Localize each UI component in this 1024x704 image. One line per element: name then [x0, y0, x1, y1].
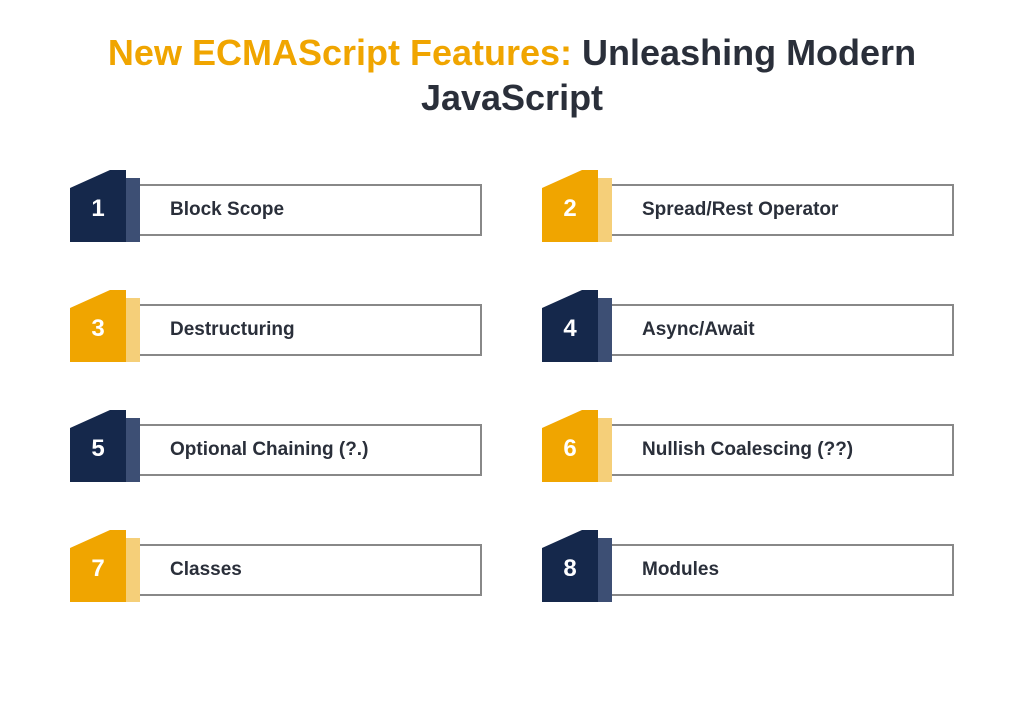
feature-badge: 6 — [542, 410, 632, 490]
feature-number: 7 — [70, 530, 126, 602]
feature-label: Optional Chaining (?.) — [170, 439, 368, 461]
feature-badge: 2 — [542, 170, 632, 250]
feature-label: Classes — [170, 559, 242, 581]
feature-number: 4 — [542, 290, 598, 362]
feature-badge: 1 — [70, 170, 160, 250]
feature-number: 1 — [70, 170, 126, 242]
feature-number: 5 — [70, 410, 126, 482]
feature-number: 2 — [542, 170, 598, 242]
feature-label: Destructuring — [170, 319, 295, 341]
feature-label: Async/Await — [642, 319, 755, 341]
feature-badge: 4 — [542, 290, 632, 370]
feature-item: Nullish Coalescing (??) 6 — [542, 410, 954, 490]
feature-number: 8 — [542, 530, 598, 602]
feature-badge: 3 — [70, 290, 160, 370]
feature-badge: 5 — [70, 410, 160, 490]
feature-item: Modules 8 — [542, 530, 954, 610]
page-title: New ECMAScript Features: Unleashing Mode… — [50, 30, 974, 120]
feature-label: Spread/Rest Operator — [642, 199, 838, 221]
feature-badge: 8 — [542, 530, 632, 610]
feature-number: 3 — [70, 290, 126, 362]
feature-grid: Block Scope 1 Spread/Rest Operator 2 D — [50, 170, 974, 610]
feature-item: Async/Await 4 — [542, 290, 954, 370]
feature-item: Classes 7 — [70, 530, 482, 610]
feature-item: Spread/Rest Operator 2 — [542, 170, 954, 250]
feature-label: Block Scope — [170, 199, 284, 221]
feature-badge: 7 — [70, 530, 160, 610]
title-accent: New ECMAScript Features: — [108, 32, 572, 73]
feature-item: Block Scope 1 — [70, 170, 482, 250]
feature-label: Nullish Coalescing (??) — [642, 439, 853, 461]
feature-item: Optional Chaining (?.) 5 — [70, 410, 482, 490]
feature-label: Modules — [642, 559, 719, 581]
feature-number: 6 — [542, 410, 598, 482]
feature-item: Destructuring 3 — [70, 290, 482, 370]
